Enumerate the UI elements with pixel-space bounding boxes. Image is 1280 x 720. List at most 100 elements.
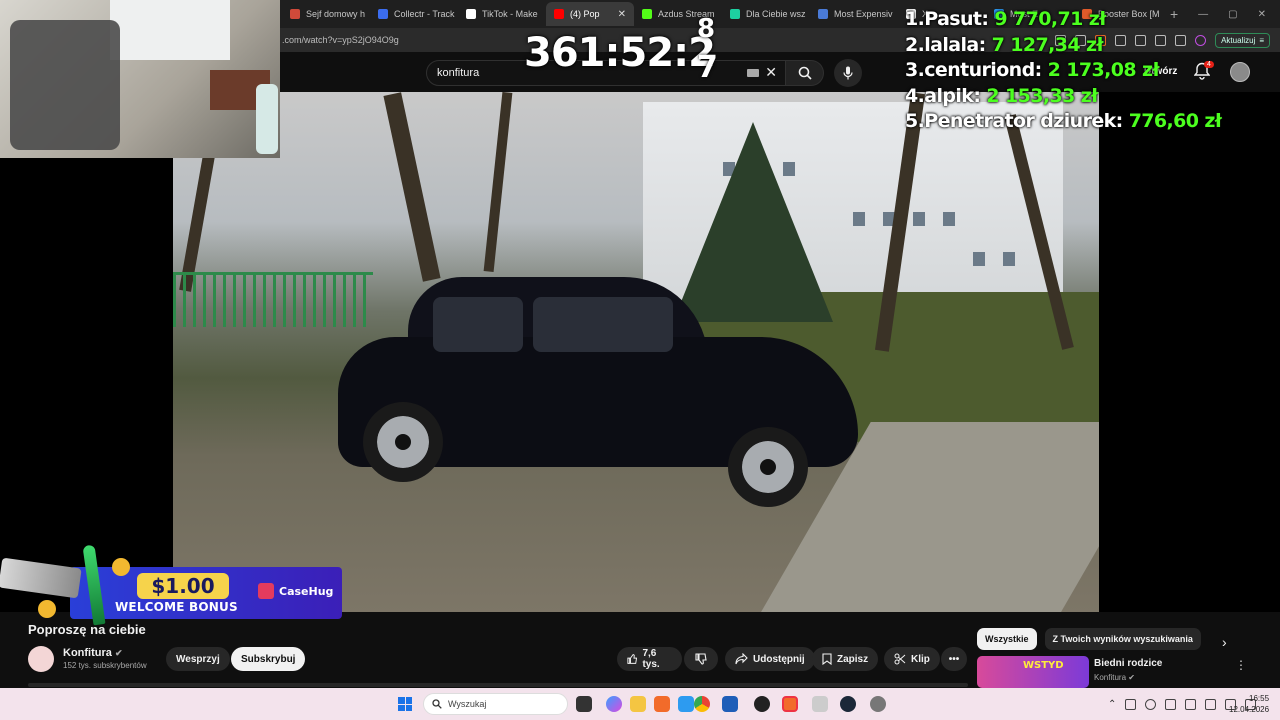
verified-icon: ✔ xyxy=(114,648,123,658)
share-button[interactable]: Udostępnij xyxy=(725,647,815,671)
clock-date: 12.04.2026 xyxy=(1229,705,1270,714)
kebab-menu-icon[interactable]: ⋮ xyxy=(1235,658,1247,672)
more-actions-button[interactable]: ••• xyxy=(941,647,967,671)
casehug-bonus-banner: $1.00 WELCOME BONUS CaseHug xyxy=(0,544,345,626)
building-window xyxy=(913,212,925,226)
cloud-icon[interactable] xyxy=(1145,698,1157,710)
tab-favicon-icon xyxy=(466,9,476,19)
recommended-video-channel: Konfitura ✔ xyxy=(1094,673,1135,682)
url-text[interactable]: .com/watch?v=ypS2jO94O9g xyxy=(282,35,399,45)
recommended-video-title[interactable]: Biedni rodzice xyxy=(1094,658,1162,669)
bookmark-icon xyxy=(822,653,832,665)
windows-start-icon[interactable] xyxy=(398,697,412,711)
chrome-icon[interactable] xyxy=(694,696,710,712)
tree-trunk xyxy=(483,92,513,273)
task-view-icon[interactable] xyxy=(576,696,592,712)
account-avatar[interactable] xyxy=(1230,62,1250,82)
leaderboard-row: 2.lalala: 7 127,34 zł xyxy=(905,33,1221,59)
clear-search-icon[interactable]: ✕ xyxy=(765,64,777,81)
support-button[interactable]: Wesprzyj xyxy=(166,647,230,671)
thumbs-up-icon xyxy=(627,654,638,664)
network-icon[interactable] xyxy=(1165,698,1177,710)
microphone-tray-icon[interactable] xyxy=(1185,698,1197,710)
taskbar-search[interactable]: Wyszukaj xyxy=(423,693,568,715)
clip-button[interactable]: Klip xyxy=(884,647,940,671)
filter-chip[interactable]: Z Twoich wyników wyszukiwania xyxy=(1044,628,1201,650)
browser-tab[interactable]: TikTok - Make xyxy=(458,2,546,26)
leaderboard-name: alpik: xyxy=(924,84,981,107)
video-title: Poproszę na ciebie xyxy=(28,622,146,637)
description-box[interactable] xyxy=(28,683,968,687)
filter-chip[interactable]: Wszystkie xyxy=(977,628,1037,650)
steam-icon[interactable] xyxy=(840,696,856,712)
browser-tab[interactable]: Dla Ciebie wsz xyxy=(722,2,810,26)
brave-active-icon[interactable] xyxy=(782,696,798,712)
tab-label: Sejf domowy h xyxy=(306,9,366,19)
tray-app-icon[interactable] xyxy=(1125,698,1137,710)
leaderboard-rank: 2. xyxy=(905,33,925,56)
chevron-right-icon[interactable]: › xyxy=(1222,634,1227,650)
subscribe-button[interactable]: Subskrybuj xyxy=(231,647,306,671)
brave-browser-icon[interactable] xyxy=(654,696,670,712)
leaderboard-row: 5.Penetrator dziurek: 776,60 zł xyxy=(905,109,1222,135)
save-button[interactable]: Zapisz xyxy=(812,647,879,671)
like-count: 7,6 tys. xyxy=(642,648,660,670)
search-icon xyxy=(432,699,442,709)
scissors-icon xyxy=(894,653,906,665)
like-button[interactable]: 7,6 tys. xyxy=(617,647,682,671)
channel-name[interactable]: Konfitura ✔ xyxy=(63,647,123,659)
settings-gear-icon[interactable] xyxy=(870,696,886,712)
bonus-brand: CaseHug xyxy=(258,583,333,599)
leaderboard-row: 1.Pasut: 9 770,71 zł xyxy=(905,7,1221,33)
search-button[interactable] xyxy=(786,60,824,86)
car-wheel xyxy=(363,402,443,482)
leaderboard-amount: 7 127,34 zł xyxy=(991,33,1104,56)
building-window xyxy=(943,212,955,226)
browser-tab[interactable]: (4) Pop ✕ xyxy=(546,2,634,26)
black-car xyxy=(338,277,858,507)
dislike-button[interactable] xyxy=(684,647,718,671)
copilot-icon[interactable] xyxy=(606,696,622,712)
taskbar-clock[interactable]: 16:55 12.04.2026 xyxy=(1229,693,1269,715)
store-icon[interactable] xyxy=(722,696,738,712)
close-tab-icon[interactable]: ✕ xyxy=(618,9,626,20)
video-player[interactable] xyxy=(0,92,1280,612)
more-dots-icon: ••• xyxy=(948,653,960,665)
webcam-overlay xyxy=(0,0,280,158)
voice-search-button[interactable] xyxy=(834,59,862,87)
browser-tab[interactable]: Most Expensiv xyxy=(810,2,898,26)
leaderboard-row: 4.alpik: 2 153,33 zł xyxy=(905,84,1221,110)
leaderboard-rank: 4. xyxy=(905,84,925,107)
recommended-video-thumbnail[interactable]: WSTYD xyxy=(977,656,1089,688)
file-explorer-icon[interactable] xyxy=(630,696,646,712)
update-label: Aktualizuj xyxy=(1221,35,1256,45)
browser-tab[interactable]: Collectr - Track xyxy=(370,2,458,26)
save-label: Zapisz xyxy=(837,653,869,665)
leaderboard-rank: 1. xyxy=(905,8,925,30)
calculator-icon[interactable] xyxy=(812,696,828,712)
channel-avatar[interactable] xyxy=(28,646,54,672)
tab-label: Dla Ciebie wsz xyxy=(746,9,806,19)
close-window-icon[interactable]: ✕ xyxy=(1258,9,1266,20)
video-frame[interactable] xyxy=(173,92,1099,612)
edge-icon[interactable] xyxy=(678,696,694,712)
tray-overflow-icon[interactable]: ⌃ xyxy=(1108,699,1116,710)
obs-icon[interactable] xyxy=(754,696,770,712)
display-icon[interactable] xyxy=(1205,698,1217,710)
leaderboard-name: centuriond: xyxy=(924,59,1042,81)
leaderboard-amount: 776,60 zł xyxy=(1128,110,1222,132)
pistol-icon xyxy=(0,557,82,599)
keyboard-icon[interactable] xyxy=(747,69,759,77)
tab-label: Most Expensiv xyxy=(834,9,893,19)
update-button[interactable]: Aktualizuj ≡ xyxy=(1215,32,1270,48)
related-filter-chips: Wszystkie Z Twoich wyników wyszukiwania xyxy=(977,628,1201,650)
support-label: Wesprzyj xyxy=(176,653,220,665)
browser-tab[interactable]: Sejf domowy h xyxy=(282,2,370,26)
clip-label: Klip xyxy=(911,653,930,665)
coin-icon xyxy=(38,600,56,618)
thumbnail-text: WSTYD xyxy=(1023,660,1064,671)
tab-label: Collectr - Track xyxy=(394,9,455,19)
casehug-logo-icon xyxy=(258,583,274,599)
car-window xyxy=(533,297,673,352)
maximize-icon[interactable]: ▢ xyxy=(1228,9,1237,20)
